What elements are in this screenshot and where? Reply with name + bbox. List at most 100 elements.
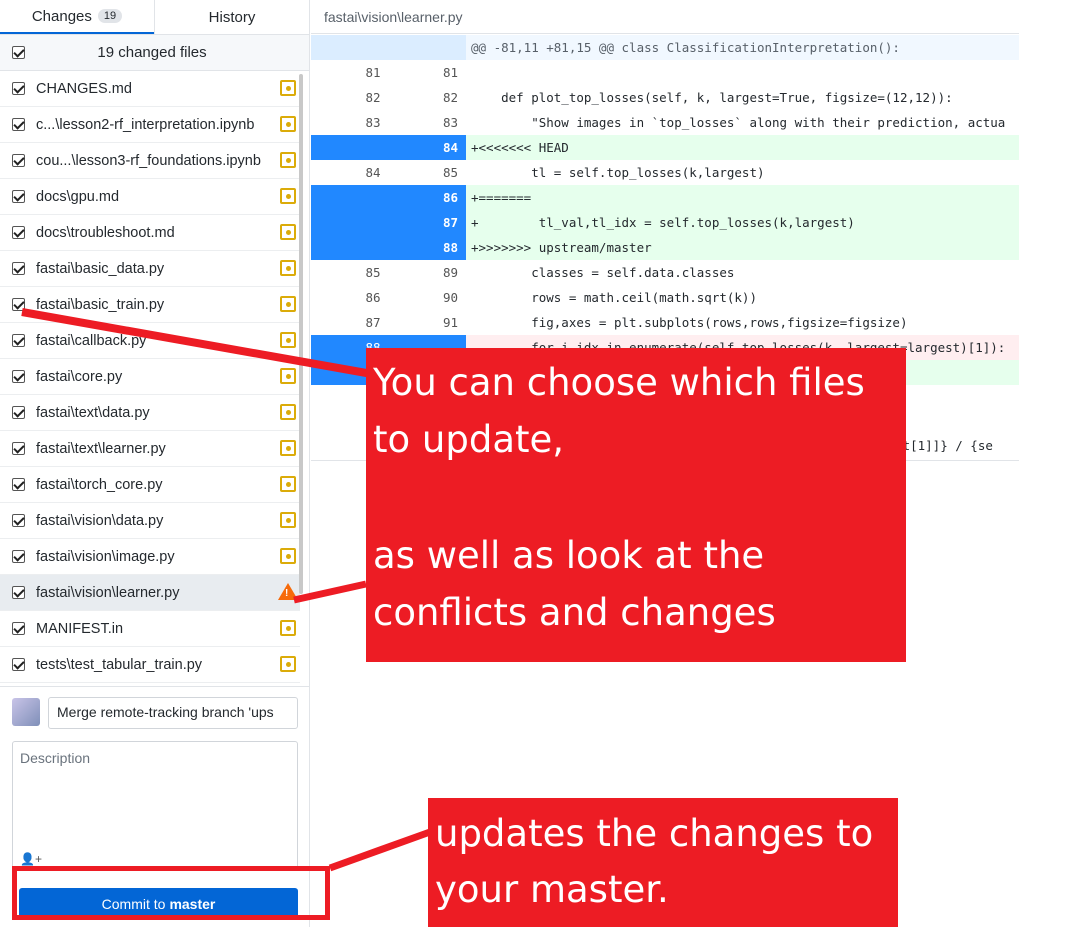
new-line-number: 90 bbox=[442, 290, 458, 305]
diff-line[interactable]: 84 85 tl = self.top_losses(k,largest) bbox=[311, 160, 1019, 185]
diff-line[interactable]: 83 83 "Show images in `top_losses` along … bbox=[311, 110, 1019, 135]
file-name: docs\gpu.md bbox=[36, 188, 120, 205]
callout-choose-files: You can choose which files to update, as… bbox=[366, 348, 906, 662]
diff-code: +<<<<<<< HEAD bbox=[466, 135, 1019, 160]
line-number-gutter: 82 82 bbox=[311, 85, 466, 110]
changed-files-count: 19 changed files bbox=[97, 44, 207, 61]
modified-icon bbox=[280, 440, 296, 456]
file-checkbox[interactable] bbox=[12, 586, 25, 599]
file-row[interactable]: fastai\torch_core.py bbox=[0, 467, 300, 503]
callout-commit: updates the changes to your master. bbox=[428, 798, 898, 927]
diff-line[interactable]: 87 91 fig,axes = plt.subplots(rows,rows,f… bbox=[311, 310, 1019, 335]
diff-line[interactable]: 87 + tl_val,tl_idx = self.top_losses(k,la… bbox=[311, 210, 1019, 235]
line-number-gutter: 84 85 bbox=[311, 160, 466, 185]
diff-view: @@ -81,11 +81,15 @@ class Classification… bbox=[311, 35, 1019, 385]
file-checkbox[interactable] bbox=[12, 298, 25, 311]
diff-file-path-label: fastai\vision\learner.py bbox=[324, 8, 463, 25]
file-row[interactable]: fastai\callback.py bbox=[0, 323, 300, 359]
file-row[interactable]: fastai\text\data.py bbox=[0, 395, 300, 431]
file-row[interactable]: fastai\basic_data.py bbox=[0, 251, 300, 287]
callout1-line2: to update, bbox=[373, 418, 565, 461]
line-number-gutter: 86 bbox=[311, 185, 466, 210]
diff-line[interactable]: 86 90 rows = math.ceil(math.sqrt(k)) bbox=[311, 285, 1019, 310]
file-checkbox[interactable] bbox=[12, 406, 25, 419]
file-name: cou...\lesson3-rf_foundations.ipynb bbox=[36, 152, 261, 169]
file-name: c...\lesson2-rf_interpretation.ipynb bbox=[36, 116, 255, 133]
file-row[interactable]: docs\troubleshoot.md bbox=[0, 215, 300, 251]
new-line-number: 85 bbox=[442, 165, 458, 180]
file-row[interactable]: fastai\text\learner.py bbox=[0, 431, 300, 467]
modified-icon bbox=[280, 188, 296, 204]
commit-description-input[interactable]: Description bbox=[12, 741, 298, 871]
new-line-number: 84 bbox=[442, 140, 458, 155]
file-name: tests\test_tabular_train.py bbox=[36, 656, 203, 673]
changes-count-badge: 19 bbox=[97, 9, 123, 23]
diff-file-path: fastai\vision\learner.py bbox=[311, 0, 1019, 34]
file-checkbox[interactable] bbox=[12, 370, 25, 383]
file-checkbox[interactable] bbox=[12, 334, 25, 347]
file-row[interactable]: CHANGES.md bbox=[0, 71, 300, 107]
file-name: fastai\vision\image.py bbox=[36, 548, 175, 565]
file-name: fastai\text\data.py bbox=[36, 404, 150, 421]
file-checkbox[interactable] bbox=[12, 478, 25, 491]
diff-line[interactable]: 82 82 def plot_top_losses(self, k, larges… bbox=[311, 85, 1019, 110]
diff-line[interactable]: 84 +<<<<<<< HEAD bbox=[311, 135, 1019, 160]
file-row[interactable]: c...\lesson2-rf_interpretation.ipynb bbox=[0, 107, 300, 143]
file-row[interactable]: fastai\vision\learner.py! bbox=[0, 575, 300, 611]
file-row[interactable]: fastai\basic_train.py bbox=[0, 287, 300, 323]
file-name: fastai\torch_core.py bbox=[36, 476, 163, 493]
diff-code: def plot_top_losses(self, k, largest=Tru… bbox=[471, 90, 953, 105]
old-line-number bbox=[311, 185, 389, 210]
file-row[interactable]: fastai\vision\image.py bbox=[0, 539, 300, 575]
callout1-line4: conflicts and changes bbox=[373, 591, 776, 634]
new-line-number: 89 bbox=[442, 265, 458, 280]
tab-changes[interactable]: Changes 19 bbox=[0, 0, 154, 34]
file-checkbox[interactable] bbox=[12, 154, 25, 167]
select-all-checkbox[interactable] bbox=[12, 46, 25, 59]
diff-code: tl = self.top_losses(k,largest) bbox=[471, 165, 765, 180]
diff-line[interactable]: 88 +>>>>>>> upstream/master bbox=[311, 235, 1019, 260]
file-row[interactable]: tests\test_tabular_train.py bbox=[0, 647, 300, 683]
file-name: MANIFEST.in bbox=[36, 620, 124, 637]
file-row[interactable]: cou...\lesson3-rf_foundations.ipynb bbox=[0, 143, 300, 179]
file-name: fastai\vision\learner.py bbox=[36, 584, 180, 601]
file-checkbox[interactable] bbox=[12, 550, 25, 563]
modified-icon bbox=[280, 512, 296, 528]
hunk-header-text: @@ -81,11 +81,15 @@ class Classification… bbox=[466, 35, 1019, 60]
line-number-gutter: 84 bbox=[311, 135, 466, 160]
file-checkbox[interactable] bbox=[12, 514, 25, 527]
modified-icon bbox=[280, 296, 296, 312]
file-checkbox[interactable] bbox=[12, 622, 25, 635]
diff-line[interactable]: 85 89 classes = self.data.classes bbox=[311, 260, 1019, 285]
file-name: fastai\core.py bbox=[36, 368, 123, 385]
diff-code: "Show images in `top_losses` along with … bbox=[471, 115, 1006, 130]
diff-code: + tl_val,tl_idx = self.top_losses(k,larg… bbox=[466, 210, 1019, 235]
file-row[interactable]: fastai\core.py bbox=[0, 359, 300, 395]
file-row[interactable]: MANIFEST.in bbox=[0, 611, 300, 647]
file-list-scrollbar[interactable] bbox=[299, 74, 303, 594]
modified-icon bbox=[280, 476, 296, 492]
file-checkbox[interactable] bbox=[12, 262, 25, 275]
file-name: fastai\callback.py bbox=[36, 332, 147, 349]
file-checkbox[interactable] bbox=[12, 658, 25, 671]
add-coauthor-icon[interactable]: 👤+ bbox=[20, 852, 42, 866]
diff-line[interactable]: 86 +======= bbox=[311, 185, 1019, 210]
file-row[interactable]: fastai\vision\data.py bbox=[0, 503, 300, 539]
file-checkbox[interactable] bbox=[12, 118, 25, 131]
tab-history[interactable]: History bbox=[154, 0, 309, 34]
commit-summary-input[interactable]: Merge remote-tracking branch 'ups bbox=[48, 697, 298, 729]
callout1-line3: as well as look at the bbox=[373, 534, 765, 577]
tab-history-label: History bbox=[208, 8, 256, 26]
diff-line[interactable]: 81 81 bbox=[311, 60, 1019, 85]
file-name: fastai\basic_data.py bbox=[36, 260, 165, 277]
file-checkbox[interactable] bbox=[12, 190, 25, 203]
file-row[interactable]: docs\gpu.md bbox=[0, 179, 300, 215]
diff-code: +>>>>>>> upstream/master bbox=[466, 235, 1019, 260]
file-checkbox[interactable] bbox=[12, 226, 25, 239]
old-line-number: 85 bbox=[365, 265, 381, 280]
file-checkbox[interactable] bbox=[12, 442, 25, 455]
new-line-number: 91 bbox=[442, 315, 458, 330]
modified-icon bbox=[280, 656, 296, 672]
file-checkbox[interactable] bbox=[12, 82, 25, 95]
line-number-gutter: 87 bbox=[311, 210, 466, 235]
